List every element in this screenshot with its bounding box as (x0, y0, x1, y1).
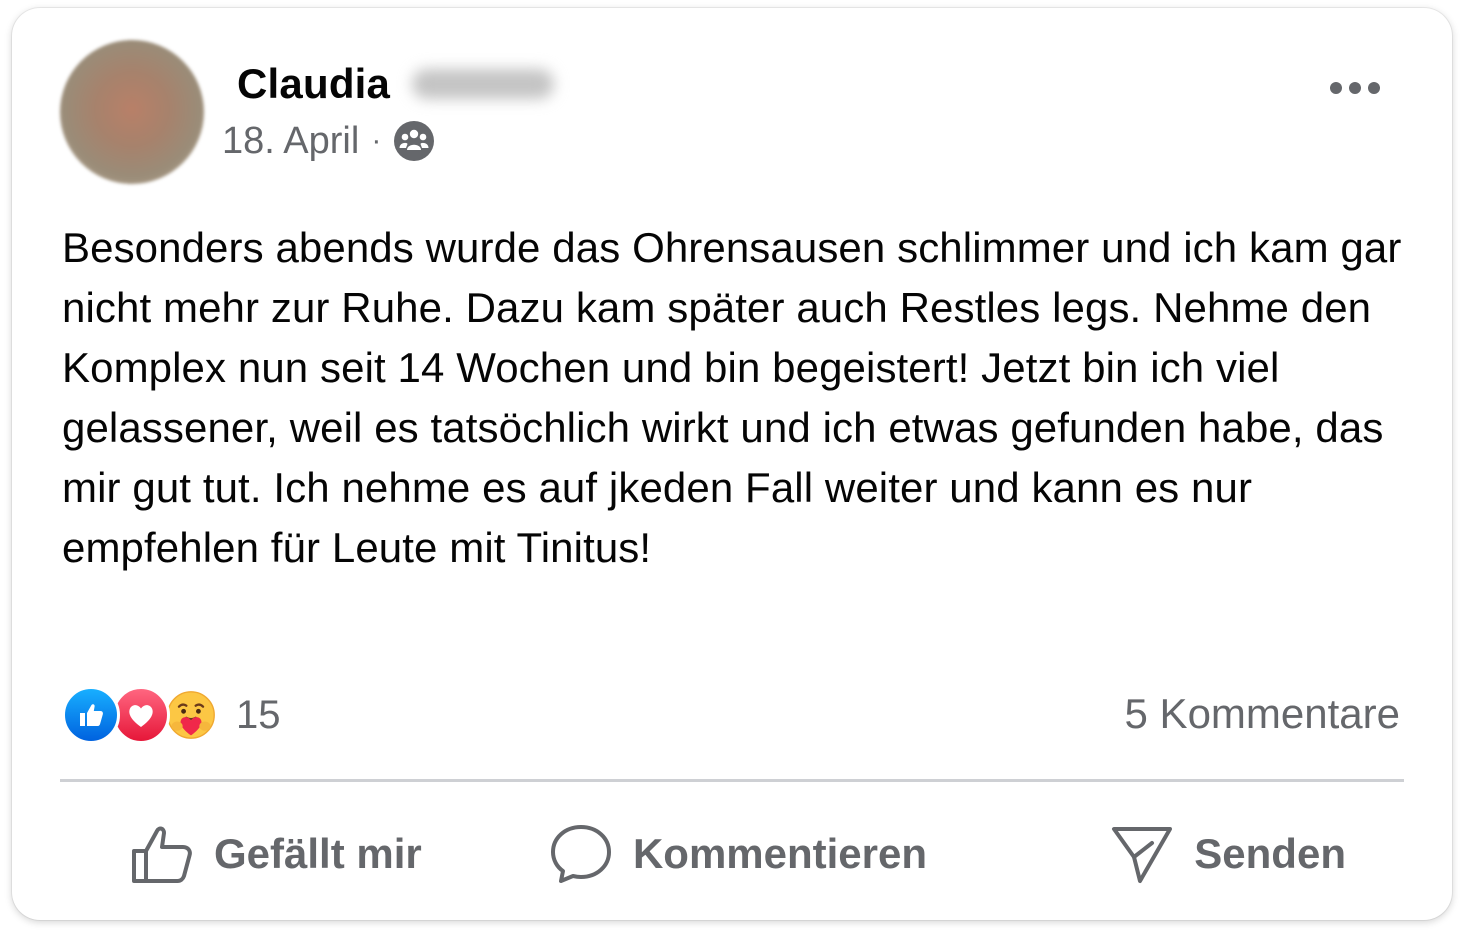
post-date[interactable]: 18. April (222, 120, 359, 163)
like-button-label: Gefällt mir (214, 830, 422, 877)
care-reaction-icon (162, 686, 220, 744)
group-audience-icon[interactable] (393, 120, 435, 162)
send-icon (1112, 827, 1173, 883)
post-meta: 18. April · (222, 116, 435, 166)
send-button[interactable]: Senden (941, 808, 1404, 900)
author-name[interactable]: Claudia (237, 60, 390, 108)
author-name-row: Claudia (237, 58, 555, 110)
author-avatar[interactable] (60, 40, 204, 184)
post-card: Claudia 18. April · Besonders abends wur… (12, 8, 1452, 920)
thumbs-up-icon (132, 826, 192, 883)
send-button-label: Senden (1194, 830, 1346, 877)
post-actions: Gefällt mir Kommentieren Senden (60, 808, 1404, 900)
comment-button[interactable]: Kommentieren (535, 808, 940, 900)
comments-count-link[interactable]: 5 Kommentare (1125, 690, 1400, 738)
more-dots-icon (1330, 82, 1380, 94)
like-button[interactable]: Gefällt mir (60, 808, 535, 900)
reactions-summary[interactable]: 15 (62, 684, 281, 746)
post-body: Besonders abends wurde das Ohrensausen s… (62, 224, 1402, 571)
comment-button-label: Kommentieren (632, 830, 928, 877)
meta-separator: · (371, 124, 382, 157)
reaction-count: 15 (236, 692, 281, 737)
actions-divider (60, 779, 1404, 782)
like-reaction-icon (62, 686, 120, 744)
author-surname-blurred (412, 69, 555, 99)
comment-bubble-icon (550, 825, 611, 883)
more-options-button[interactable] (1322, 68, 1388, 108)
love-reaction-icon (112, 686, 170, 744)
